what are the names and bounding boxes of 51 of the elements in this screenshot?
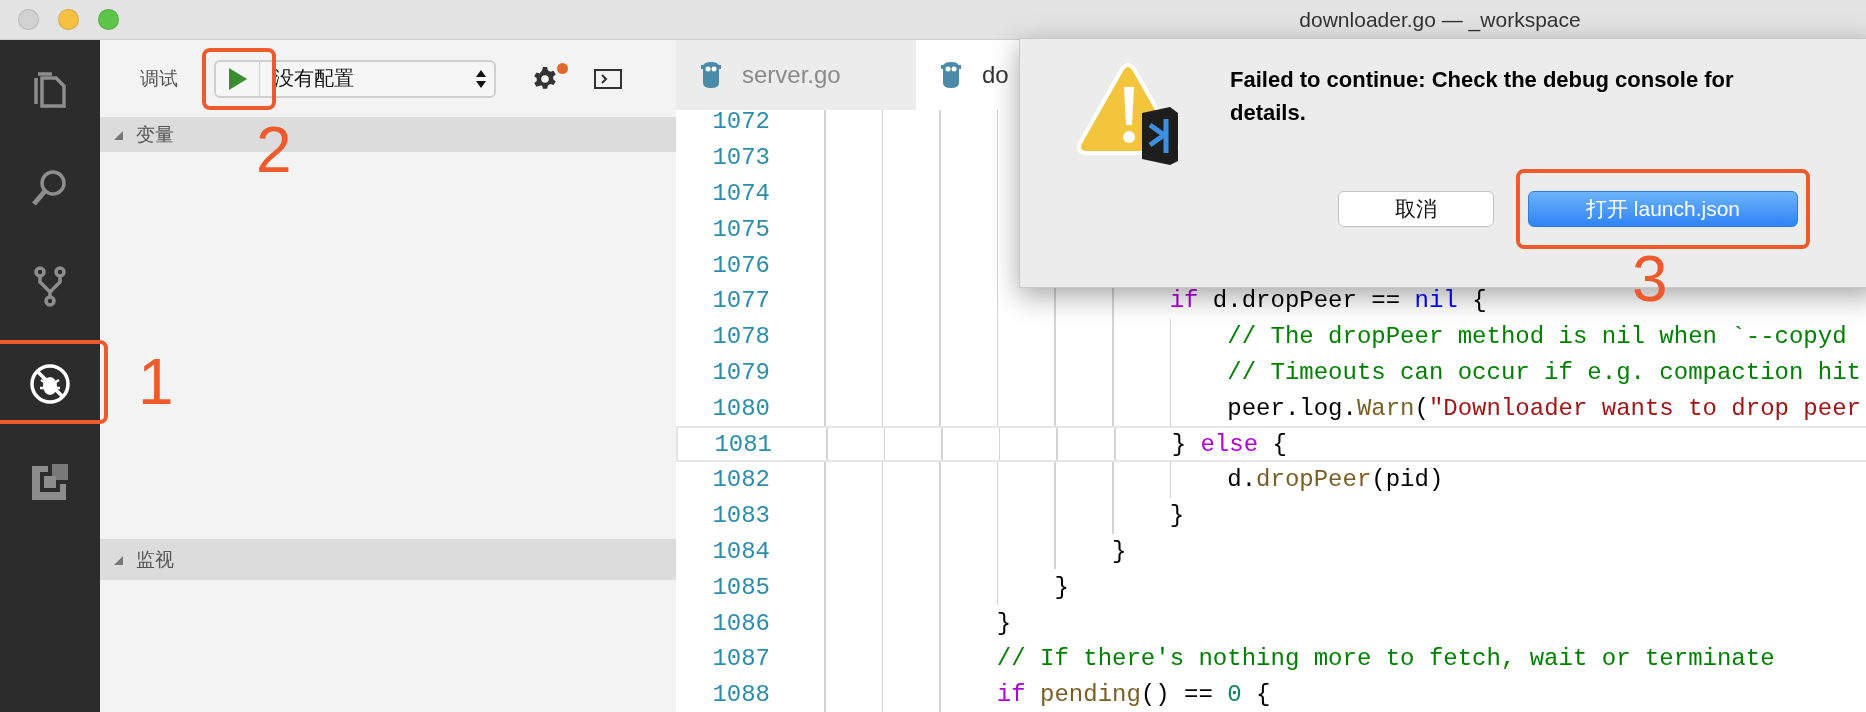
- play-icon: [228, 67, 247, 90]
- line-number: 1074: [711, 180, 770, 207]
- tab-label: server.go: [742, 61, 841, 89]
- line-number: 1078: [711, 323, 770, 351]
- code-text: }: [1112, 537, 1127, 565]
- tab-label: do: [982, 61, 1009, 89]
- line-number: 1086: [711, 609, 770, 637]
- file-icon: [700, 61, 722, 89]
- line-number: 1083: [711, 502, 770, 530]
- line-number: 1073: [711, 144, 770, 172]
- console-icon[interactable]: [594, 68, 622, 89]
- line-number: 1087: [711, 645, 770, 673]
- code-text: // The dropPeer method is nil when `--copyd: [1227, 323, 1847, 351]
- line-number: 1075: [711, 215, 770, 243]
- code-text: }: [1054, 573, 1069, 601]
- annotation-number: 3: [1632, 247, 1668, 311]
- line-number: 1084: [711, 537, 770, 565]
- line-number: 1082: [711, 466, 770, 494]
- annotation-number: 1: [138, 350, 174, 414]
- code-text: // If there's nothing more to fetch, wait or terminate: [996, 645, 1775, 673]
- code-text: if pending() == 0 {: [996, 681, 1271, 709]
- settings-button[interactable]: [532, 65, 558, 92]
- code-text: if d.dropPeer == nil {: [1169, 287, 1487, 315]
- line-number: 1081: [713, 430, 772, 458]
- section-title: 变量: [136, 122, 174, 147]
- section-header[interactable]: 监视: [100, 539, 676, 580]
- sidebar-title: 调试: [140, 66, 178, 91]
- updown-icon: [476, 68, 486, 89]
- code-text: d.dropPeer(pid): [1227, 466, 1444, 494]
- indent-guide: [1169, 461, 1172, 498]
- line-number: 1076: [711, 251, 770, 279]
- line-number: 1077: [711, 287, 770, 315]
- no-bug-icon: [28, 362, 72, 406]
- code-text: // Timeouts can occur if e.g. compaction hit: [1227, 358, 1861, 386]
- code-text: peer.log.Warn("Downloader wants to drop peer: [1227, 394, 1861, 422]
- file-icon: [940, 61, 962, 89]
- line-number: 1079: [711, 358, 770, 386]
- code-text: } else {: [1171, 430, 1287, 458]
- code-text: }: [996, 609, 1012, 637]
- dialog-button[interactable]: 取消: [1338, 191, 1494, 227]
- window-title: downloader.go — _workspace: [1298, 7, 1582, 32]
- configuration-select[interactable]: 没有配置: [214, 59, 496, 98]
- line-number: 1072: [711, 110, 770, 136]
- dialog-message: Failed to continue: Check the debug console for details.: [1230, 66, 1735, 127]
- line-number: 1080: [711, 394, 770, 422]
- configuration-name: 没有配置: [274, 66, 354, 91]
- section-title: 监视: [136, 547, 174, 572]
- line-number: 1085: [711, 573, 770, 601]
- line-number: 1088: [711, 681, 770, 709]
- code-text: }: [1169, 502, 1185, 530]
- editor-tab[interactable]: server.go: [676, 40, 916, 110]
